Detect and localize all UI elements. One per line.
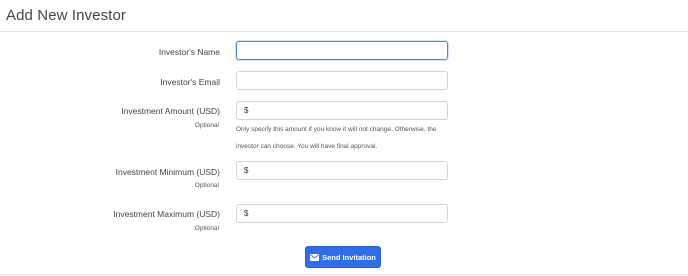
help-line-1: Only specify this amount if you know it … xyxy=(236,126,437,133)
send-invitation-label: Send Invitation xyxy=(322,252,376,262)
investment-minimum-label: Investment Minimum (USD) xyxy=(115,167,220,177)
help-line-2: investor can choose. You will have final… xyxy=(236,143,378,150)
title-divider xyxy=(0,31,688,32)
investment-maximum-optional: Optional xyxy=(194,225,219,232)
investment-minimum-optional: Optional xyxy=(194,182,219,189)
bottom-divider xyxy=(0,274,688,275)
investment-maximum-input[interactable]: $ xyxy=(236,204,448,223)
currency-prefix: $ xyxy=(244,166,249,175)
investor-email-input[interactable] xyxy=(236,71,448,90)
investment-amount-help: Only specify this amount if you know it … xyxy=(236,121,456,155)
currency-prefix: $ xyxy=(244,209,249,218)
investor-name-label: Investor's Name xyxy=(158,47,220,57)
investor-email-label: Investor's Email xyxy=(160,77,220,87)
investment-maximum-label: Investment Maximum (USD) xyxy=(113,209,220,219)
investor-name-input[interactable] xyxy=(236,41,448,60)
investment-amount-input[interactable]: $ xyxy=(236,101,448,120)
investment-amount-label: Investment Amount (USD) xyxy=(121,106,220,116)
page-title: Add New Investor xyxy=(6,7,126,24)
investment-minimum-input[interactable]: $ xyxy=(236,161,448,180)
currency-prefix: $ xyxy=(244,106,249,115)
envelope-icon xyxy=(310,253,320,261)
send-invitation-button[interactable]: Send Invitation xyxy=(305,246,381,268)
investment-amount-optional: Optional xyxy=(194,122,219,129)
